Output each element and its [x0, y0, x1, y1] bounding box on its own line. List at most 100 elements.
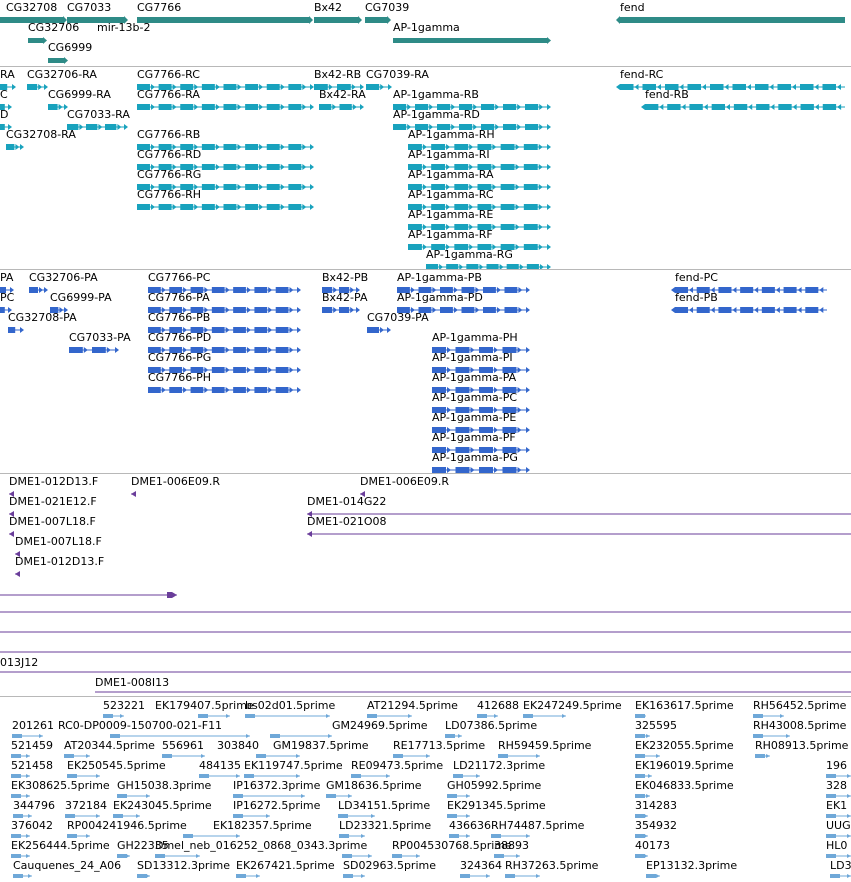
- clone-label[interactable]: DME1-021O08: [307, 516, 387, 528]
- clone-label[interactable]: DME1-008I13: [95, 677, 169, 689]
- est-label[interactable]: RH74487.5prime: [491, 820, 584, 832]
- transcript-label[interactable]: Bx42-RB: [314, 69, 361, 81]
- est-feature[interactable]: [343, 874, 365, 878]
- est-label[interactable]: Cauquenes_24_A06: [13, 860, 121, 872]
- transcript-feature[interactable]: [319, 104, 364, 110]
- clone-label[interactable]: DME1-012D13.F: [15, 556, 104, 568]
- est-label[interactable]: GM19837.5prime: [273, 740, 369, 752]
- est-label[interactable]: GH15038.3prime: [117, 780, 211, 792]
- clone-feature[interactable]: [9, 531, 14, 537]
- transcript-label[interactable]: AP-1gamma-RH: [408, 129, 495, 141]
- transcript-feature[interactable]: [29, 287, 48, 293]
- est-label[interactable]: RE09473.5prime: [351, 760, 443, 772]
- est-feature[interactable]: [826, 834, 851, 838]
- transcript-label[interactable]: CG32708-RA: [6, 129, 76, 141]
- est-label[interactable]: EK179407.5prime: [155, 700, 254, 712]
- clone-feature[interactable]: [15, 571, 20, 577]
- est-label[interactable]: RH43008.5prime: [753, 720, 846, 732]
- protein-label[interactable]: AP-1gamma-PB: [397, 272, 482, 284]
- est-feature[interactable]: [477, 714, 498, 718]
- est-feature[interactable]: [137, 874, 150, 878]
- protein-label[interactable]: AP-1gamma-PI: [432, 352, 513, 364]
- est-feature[interactable]: [646, 874, 660, 878]
- est-feature[interactable]: [162, 754, 205, 758]
- transcript-feature[interactable]: [27, 84, 48, 90]
- est-label[interactable]: EK256444.5prime: [11, 840, 110, 852]
- protein-label[interactable]: fend-PB: [675, 292, 718, 304]
- clone-feature[interactable]: [131, 491, 136, 497]
- est-feature[interactable]: [11, 854, 30, 858]
- est-feature[interactable]: [256, 754, 300, 758]
- est-label[interactable]: EK308625.5prime: [11, 780, 110, 792]
- est-label[interactable]: EK119747.5prime: [244, 760, 343, 772]
- est-label[interactable]: 38893: [494, 840, 529, 852]
- est-feature[interactable]: [505, 874, 540, 878]
- protein-label[interactable]: CG7766-PD: [148, 332, 211, 344]
- transcript-label[interactable]: CG7033-RA: [67, 109, 130, 121]
- transcript-feature[interactable]: [69, 347, 119, 353]
- est-feature[interactable]: [64, 754, 90, 758]
- transcript-label[interactable]: CG7766-RH: [137, 189, 201, 201]
- gene-feature[interactable]: [48, 57, 68, 64]
- transcript-label[interactable]: CG7766-RB: [137, 129, 200, 141]
- est-label[interactable]: LD34151.5prime: [338, 800, 430, 812]
- gene-label[interactable]: CG6999: [48, 42, 92, 54]
- est-label[interactable]: 196: [826, 760, 847, 772]
- transcript-label[interactable]: AP-1gamma-RA: [408, 169, 493, 181]
- est-feature[interactable]: [155, 854, 200, 858]
- clone-label[interactable]: DME1-012D13.F: [9, 476, 98, 488]
- est-feature[interactable]: [491, 834, 530, 838]
- transcript-feature[interactable]: [137, 104, 314, 110]
- est-label[interactable]: EK291345.5prime: [447, 800, 546, 812]
- est-label[interactable]: LD3: [830, 860, 851, 872]
- est-label[interactable]: EK182357.5prime: [213, 820, 312, 832]
- transcript-label[interactable]: AP-1gamma-RG: [426, 249, 513, 261]
- est-feature[interactable]: [523, 714, 566, 718]
- transcript-label[interactable]: CG7766-RC: [137, 69, 200, 81]
- est-label[interactable]: UUG: [826, 820, 851, 832]
- transcript-feature[interactable]: [366, 84, 392, 90]
- est-label[interactable]: AT20344.5prime: [64, 740, 155, 752]
- est-label[interactable]: RH08913.5prime: [755, 740, 848, 752]
- transcript-label[interactable]: AP-1gamma-RF: [408, 229, 493, 241]
- transcript-label[interactable]: CG7766-RG: [137, 169, 201, 181]
- protein-label[interactable]: CG7766-PB: [148, 312, 210, 324]
- transcript-label[interactable]: CG7766-RD: [137, 149, 201, 161]
- est-feature[interactable]: [65, 814, 100, 818]
- est-label[interactable]: LD23321.5prime: [339, 820, 431, 832]
- est-feature[interactable]: [830, 874, 851, 878]
- est-label[interactable]: 40173: [635, 840, 670, 852]
- est-feature[interactable]: [826, 774, 851, 778]
- protein-label[interactable]: CG7766-PG: [148, 352, 211, 364]
- est-feature[interactable]: [339, 834, 365, 838]
- clone-label[interactable]: DME1-021E12.F: [9, 496, 97, 508]
- protein-label[interactable]: fend-PC: [675, 272, 718, 284]
- est-label[interactable]: EK1: [826, 800, 847, 812]
- est-feature[interactable]: [635, 834, 648, 838]
- transcript-label[interactable]: AP-1gamma-RB: [393, 89, 479, 101]
- est-feature[interactable]: [233, 814, 270, 818]
- est-label[interactable]: 376042: [11, 820, 53, 832]
- est-feature[interactable]: [342, 854, 372, 858]
- est-label[interactable]: RP004241946.5prime: [67, 820, 187, 832]
- transcript-feature[interactable]: [367, 327, 391, 333]
- est-label[interactable]: RC0-DP0009-150700-021-F11: [58, 720, 222, 732]
- gene-label[interactable]: CG7039: [365, 2, 409, 14]
- gene-feature[interactable]: [616, 16, 845, 24]
- est-label[interactable]: HL0: [826, 840, 847, 852]
- protein-label[interactable]: CG32708-PA: [8, 312, 77, 324]
- est-label[interactable]: EK163617.5prime: [635, 700, 734, 712]
- protein-label[interactable]: CG7039-PA: [367, 312, 429, 324]
- protein-label[interactable]: AP-1gamma-PF: [432, 432, 516, 444]
- est-label[interactable]: EK232055.5prime: [635, 740, 734, 752]
- est-feature[interactable]: [755, 754, 770, 758]
- clone-label[interactable]: DME1-006E09.R: [131, 476, 220, 488]
- est-feature[interactable]: [635, 774, 652, 778]
- est-feature[interactable]: [447, 794, 470, 798]
- est-label[interactable]: SD13312.3prime: [137, 860, 230, 872]
- protein-label[interactable]: AP-1gamma-PD: [397, 292, 483, 304]
- protein-label[interactable]: AP-1gamma-PC: [432, 392, 517, 404]
- est-feature[interactable]: [11, 834, 30, 838]
- protein-label[interactable]: CG7766-PC: [148, 272, 210, 284]
- est-feature[interactable]: [236, 874, 260, 878]
